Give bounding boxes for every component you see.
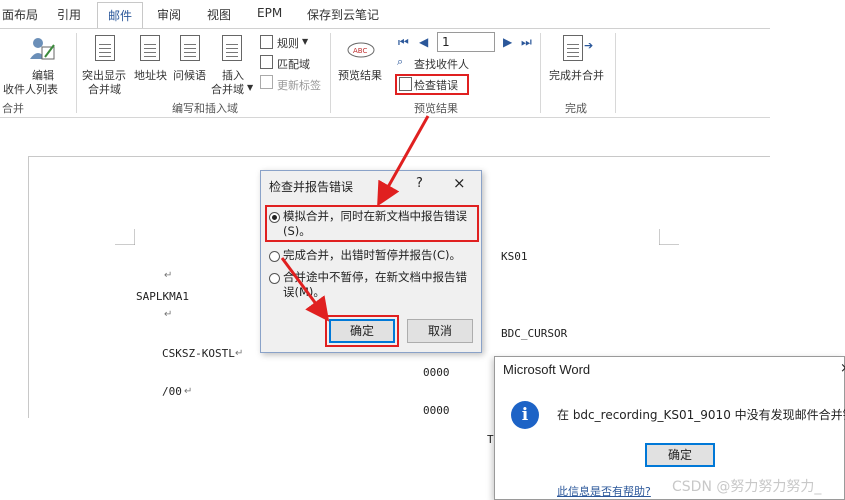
watermark: CSDN @努力努力努力_ xyxy=(672,479,822,495)
help-link[interactable]: 此信息是否有帮助? xyxy=(557,483,651,499)
close-icon[interactable]: × xyxy=(840,361,845,376)
word-dialog-message: 在 bdc_recording_KS01_9010 中没有发现邮件合并错误。 xyxy=(557,408,845,422)
ok-button[interactable]: 确定 xyxy=(645,443,715,467)
word-dialog-title: Microsoft Word xyxy=(503,362,591,377)
info-icon: i xyxy=(511,401,539,429)
arrow-to-ok-button xyxy=(280,257,330,322)
arrow-to-simulate-option xyxy=(377,115,430,207)
